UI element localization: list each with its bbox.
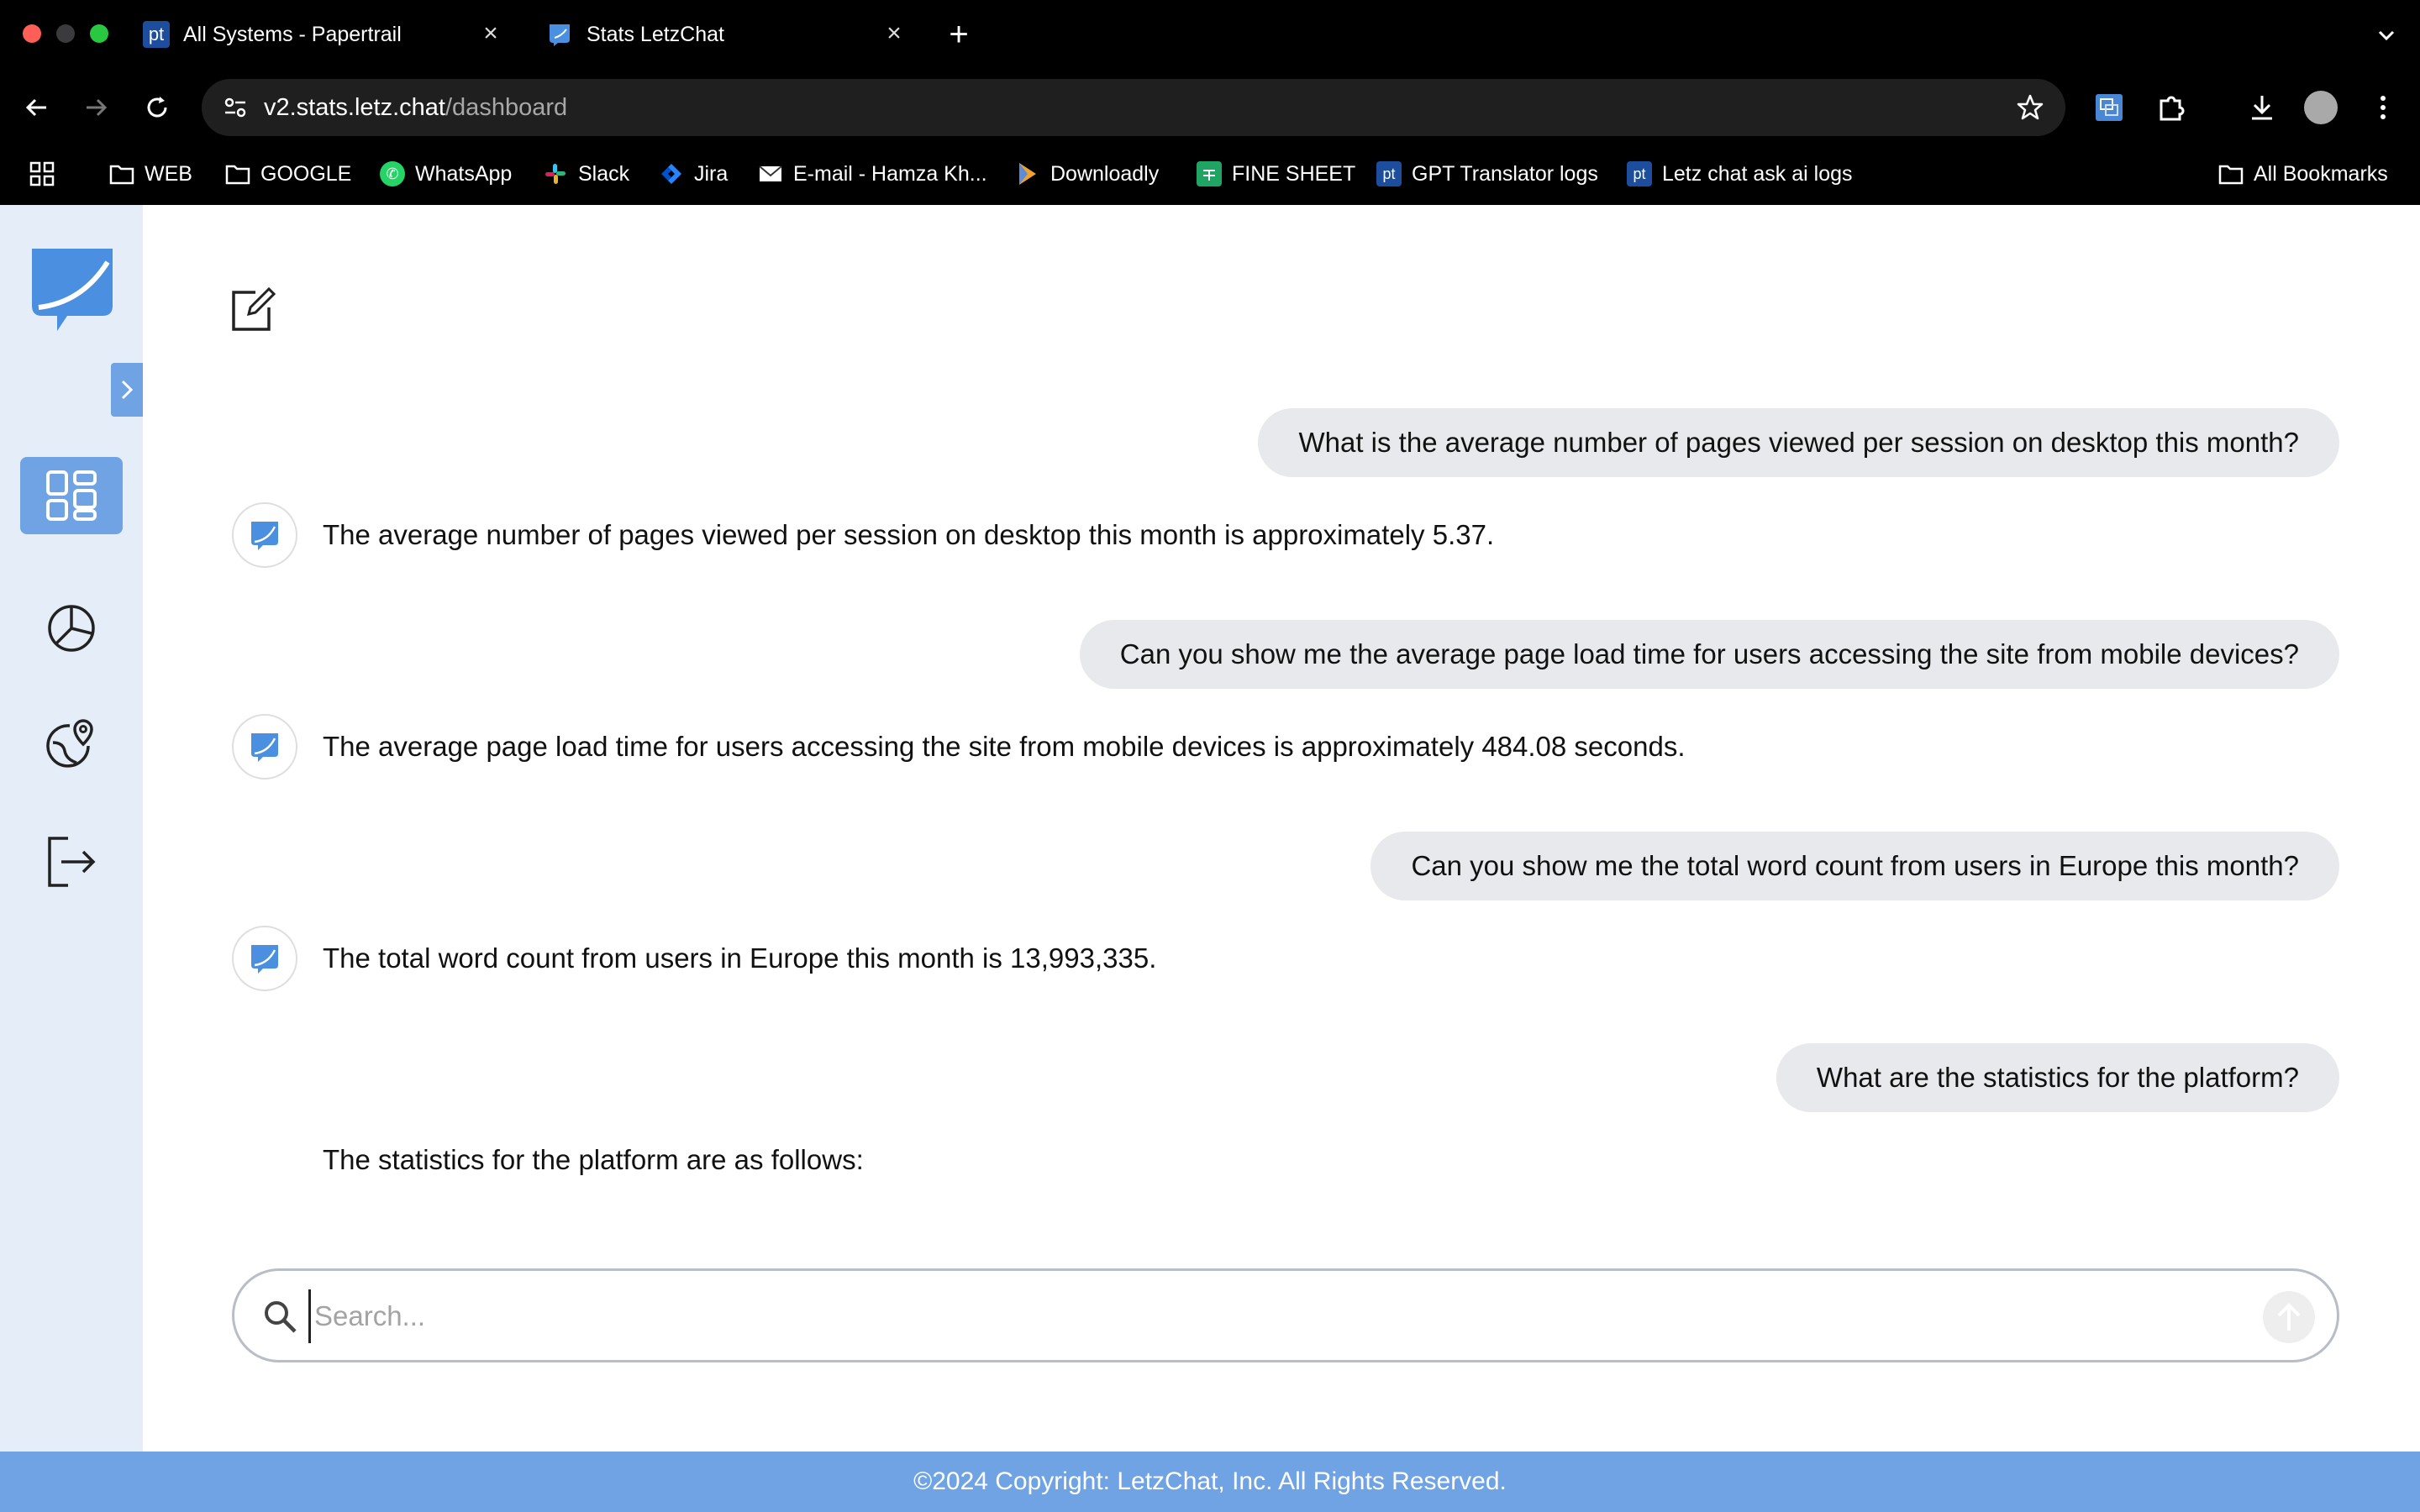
bot-avatar-icon	[232, 714, 297, 780]
bot-message: The total word count from users in Europ…	[323, 942, 1157, 974]
url-path: /dashboard	[445, 94, 568, 121]
bookmark-label: WEB	[145, 161, 192, 186]
bookmark-web[interactable]: WEB	[109, 156, 192, 192]
forward-arrow-icon[interactable]	[77, 89, 114, 126]
all-bookmarks-label: All Bookmarks	[2254, 161, 2388, 186]
downloadly-icon	[1015, 161, 1040, 186]
back-arrow-icon[interactable]	[18, 89, 55, 126]
translate-extension-icon[interactable]	[2091, 89, 2128, 126]
user-message: Can you show me the average page load ti…	[1079, 620, 2339, 689]
bot-avatar-icon	[232, 926, 297, 991]
bookmark-downloadly[interactable]: Downloadly	[1015, 156, 1159, 192]
slack-icon	[543, 161, 568, 186]
nav-logout[interactable]	[20, 823, 123, 900]
pie-chart-icon	[48, 605, 95, 652]
dashboard-grid-icon	[46, 470, 97, 521]
reload-icon[interactable]	[139, 89, 176, 126]
tab-papertrail[interactable]: pt All Systems - Papertrail ×	[143, 12, 504, 57]
mail-icon	[758, 161, 783, 186]
bookmark-jira[interactable]: Jira	[659, 156, 728, 192]
bookmark-whatsapp[interactable]: ✆ WhatsApp	[380, 156, 512, 192]
bookmark-google[interactable]: GOOGLE	[225, 156, 351, 192]
arrow-up-icon	[2277, 1303, 2301, 1331]
url-text: v2.stats.letz.chat/dashboard	[264, 94, 567, 122]
bookmark-label: FINE SHEET	[1232, 161, 1356, 186]
close-tab-icon[interactable]: ×	[477, 19, 504, 47]
apps-grid-icon[interactable]	[29, 156, 55, 192]
user-message: What are the statistics for the platform…	[1776, 1043, 2339, 1112]
folder-icon	[109, 161, 134, 186]
bookmark-fine-sheet[interactable]: FINE SHEET	[1197, 156, 1355, 192]
new-chat-edit-icon[interactable]	[227, 284, 277, 334]
bookmark-gpt-translator-logs[interactable]: pt GPT Translator logs	[1376, 156, 1598, 192]
logout-icon	[48, 837, 96, 887]
sidebar-expand-button[interactable]	[111, 363, 143, 417]
tab-stats-letzchat[interactable]: Stats LetzChat ×	[546, 12, 908, 57]
folder-icon	[225, 161, 250, 186]
papertrail-favicon-icon: pt	[143, 21, 170, 48]
search-input[interactable]	[308, 1289, 2241, 1343]
user-message: Can you show me the total word count fro…	[1370, 832, 2339, 900]
bot-message: The average page load time for users acc…	[323, 731, 1686, 762]
site-info-icon[interactable]	[218, 91, 252, 124]
close-tab-icon[interactable]: ×	[881, 19, 908, 47]
all-bookmarks[interactable]: All Bookmarks	[2218, 156, 2388, 192]
folder-icon	[2218, 161, 2244, 186]
bookmark-label: GOOGLE	[260, 161, 352, 186]
globe-location-icon	[46, 719, 93, 768]
window-zoom-button[interactable]	[90, 24, 108, 43]
letzchat-favicon-icon	[546, 21, 573, 48]
footer-copyright: ©2024 Copyright: LetzChat, Inc. All Righ…	[0, 1452, 2420, 1512]
profile-avatar[interactable]	[2302, 89, 2339, 126]
jira-icon	[659, 161, 684, 186]
user-message: What is the average number of pages view…	[1258, 408, 2339, 477]
browser-menu-icon[interactable]	[2365, 89, 2402, 126]
address-bar[interactable]: v2.stats.letz.chat/dashboard	[202, 79, 2065, 136]
bookmarks-bar: WEB GOOGLE ✆ WhatsApp Slack Jira E-mail …	[0, 146, 2420, 202]
download-icon[interactable]	[2244, 89, 2281, 126]
papertrail-icon: pt	[1627, 161, 1652, 186]
bookmark-label: Letz chat ask ai logs	[1662, 161, 1853, 186]
bookmark-label: Downloadly	[1050, 161, 1160, 186]
bookmark-star-icon[interactable]	[2013, 91, 2047, 124]
bookmark-label: WhatsApp	[415, 161, 513, 186]
window-close-button[interactable]	[23, 24, 41, 43]
url-host: v2.stats.letz.chat	[264, 94, 445, 121]
tab-title: All Systems - Papertrail	[183, 22, 402, 46]
send-button[interactable]	[2263, 1291, 2315, 1343]
nav-analytics[interactable]	[20, 588, 123, 665]
bookmark-email[interactable]: E-mail - Hamza Kh...	[758, 156, 987, 192]
bot-avatar-icon	[232, 502, 297, 568]
nav-dashboard[interactable]	[20, 457, 123, 534]
bookmark-label: E-mail - Hamza Kh...	[793, 161, 987, 186]
bot-message: The average number of pages viewed per s…	[323, 519, 1495, 550]
nav-location[interactable]	[20, 706, 123, 783]
sheets-icon	[1197, 161, 1222, 186]
window-minimize-button[interactable]	[56, 24, 75, 43]
tab-strip: pt All Systems - Papertrail × Stats Letz…	[0, 0, 2420, 69]
tab-search-chevron-icon[interactable]	[2371, 20, 2402, 50]
bot-message: The statistics for the platform are as f…	[323, 1144, 864, 1175]
browser-chrome: pt All Systems - Papertrail × Stats Letz…	[0, 0, 2420, 205]
whatsapp-icon: ✆	[380, 161, 405, 186]
chevron-right-icon	[121, 380, 134, 400]
bookmark-label: GPT Translator logs	[1412, 161, 1598, 186]
bookmark-label: Slack	[578, 161, 630, 186]
tab-title: Stats LetzChat	[587, 22, 724, 46]
letzchat-logo-icon[interactable]	[24, 240, 121, 338]
extensions-puzzle-icon[interactable]	[2153, 89, 2190, 126]
sidebar	[0, 205, 143, 1452]
chat-panel: What is the average number of pages view…	[143, 205, 2420, 1452]
search-icon	[260, 1296, 300, 1336]
papertrail-icon: pt	[1376, 161, 1402, 186]
browser-toolbar: v2.stats.letz.chat/dashboard	[0, 69, 2420, 146]
bookmark-slack[interactable]: Slack	[543, 156, 629, 192]
bookmark-letz-chat-ask-ai-logs[interactable]: pt Letz chat ask ai logs	[1627, 156, 1853, 192]
new-tab-button[interactable]: +	[939, 15, 978, 54]
chat-search-bar	[232, 1268, 2339, 1362]
bookmark-label: Jira	[694, 161, 729, 186]
